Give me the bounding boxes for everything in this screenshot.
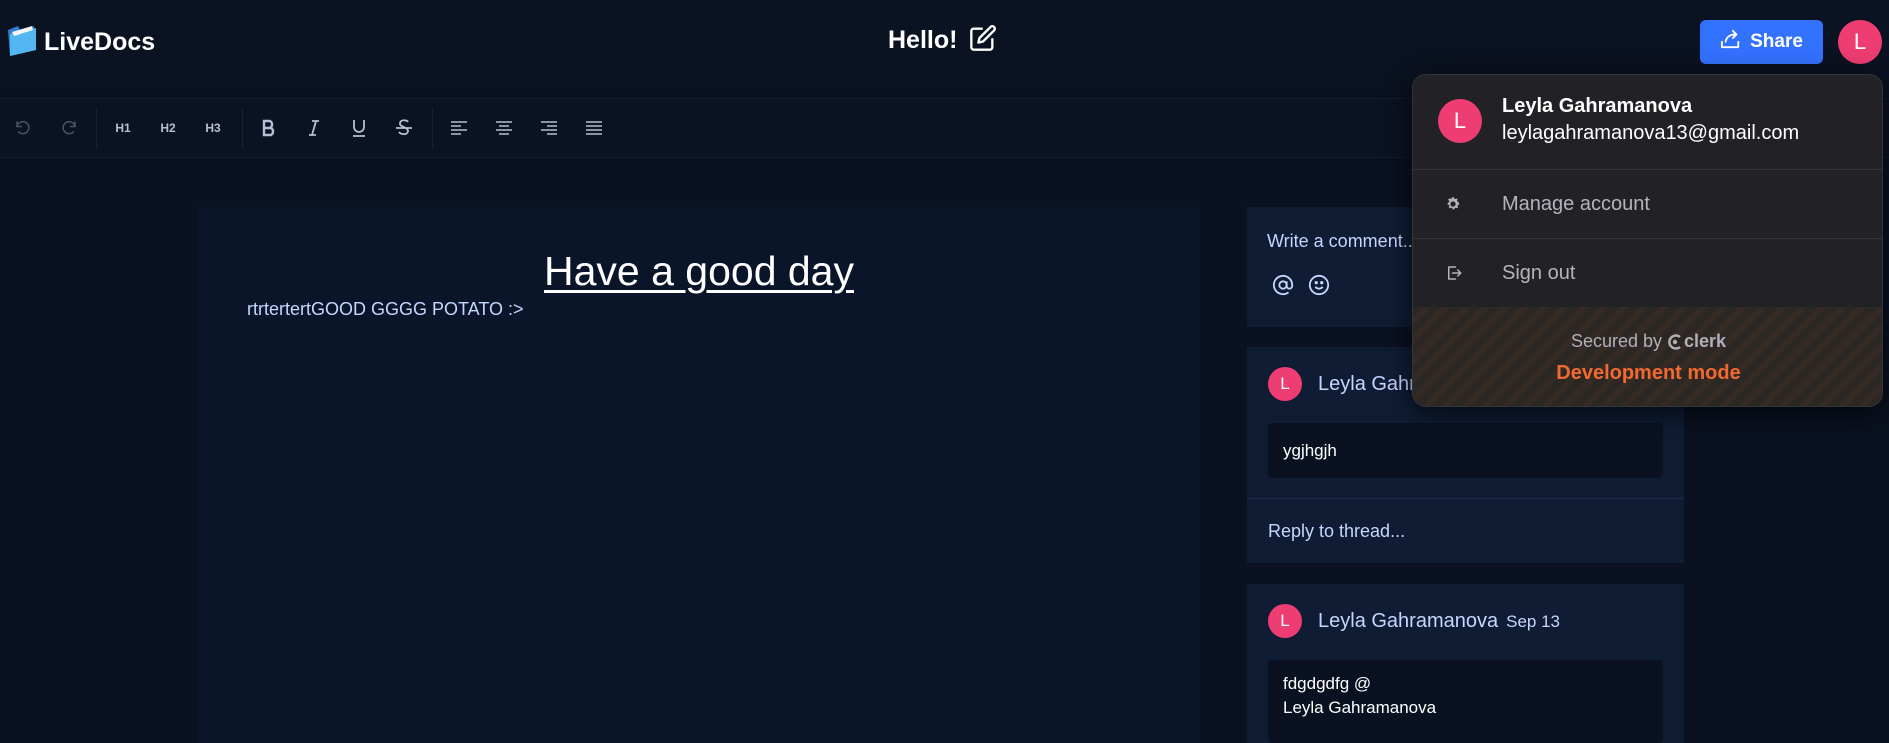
heading-3-button[interactable]: H3 (198, 99, 228, 157)
sign-out-button[interactable]: Sign out (1413, 239, 1882, 307)
toolbar-divider (242, 109, 243, 149)
header: LiveDocs Hello! Share L (0, 0, 1889, 84)
emoji-icon[interactable] (1308, 274, 1330, 301)
comment-author-avatar: L (1268, 367, 1302, 401)
folder-icon (6, 22, 38, 63)
clerk-brand: clerk (1684, 331, 1727, 351)
mention-icon[interactable] (1272, 274, 1294, 301)
secured-by-clerk: Secured by clerk (1413, 331, 1882, 352)
gear-icon (1445, 196, 1475, 212)
clerk-icon (1668, 333, 1681, 350)
app-logo[interactable]: LiveDocs (6, 22, 155, 63)
share-button[interactable]: Share (1700, 20, 1823, 64)
comment-author: Leyla Gahramanova Sep 13 (1318, 610, 1560, 633)
document-title-area: Hello! (888, 24, 997, 57)
align-left-icon[interactable] (444, 99, 474, 157)
comment-input[interactable]: Write a comment... (1267, 231, 1418, 252)
italic-icon[interactable] (299, 99, 329, 157)
clerk-logo[interactable]: clerk (1668, 331, 1726, 352)
editor-page[interactable]: Have a good day rtrtertertGOOD GGGG POTA… (198, 207, 1200, 743)
edit-icon[interactable] (969, 24, 997, 57)
manage-account-label: Manage account (1502, 192, 1650, 215)
comment-body: fdgdgdfg @ Leyla Gahramanova (1268, 660, 1663, 743)
undo-icon[interactable] (8, 99, 38, 157)
app-name: LiveDocs (44, 28, 156, 56)
user-menu-email: leylagahramanova13@gmail.com (1502, 122, 1800, 144)
user-avatar-button[interactable]: L (1838, 20, 1882, 64)
comment-thread: L Leyla Gahramanova Sep 13 fdgdgdfg @ Ley… (1247, 584, 1684, 743)
document-heading[interactable]: Have a good day (198, 248, 1200, 295)
heading-2-button[interactable]: H2 (153, 99, 183, 157)
sign-out-label: Sign out (1502, 261, 1576, 284)
secured-by-label: Secured by (1570, 331, 1662, 351)
development-mode-label: Development mode (1556, 362, 1741, 384)
bold-icon[interactable] (254, 99, 284, 157)
user-menu-name: Leyla Gahramanova (1502, 95, 1693, 117)
manage-account-button[interactable]: Manage account (1413, 170, 1882, 238)
align-justify-icon[interactable] (579, 99, 609, 157)
comment-author-name: Leyla Gahramanova (1318, 610, 1499, 632)
composer-actions (1272, 274, 1330, 301)
user-menu-popover: L Leyla Gahramanova leylagahramanova13@g… (1412, 74, 1883, 407)
toolbar-divider (96, 109, 97, 149)
share-button-label: Share (1750, 31, 1803, 52)
align-center-icon[interactable] (489, 99, 519, 157)
sign-out-icon (1445, 264, 1475, 282)
comment-body-line: fdgdgdfg @ (1283, 674, 1372, 693)
redo-icon[interactable] (54, 99, 84, 157)
strikethrough-icon[interactable] (389, 99, 419, 157)
heading-1-button[interactable]: H1 (108, 99, 138, 157)
align-right-icon[interactable] (534, 99, 564, 157)
comment-body: ygjhgjh (1268, 423, 1663, 478)
document-paragraph[interactable]: rtrtertertGOOD GGGG POTATO :> (247, 299, 524, 320)
share-icon (1720, 29, 1742, 55)
comment-date: Sep 13 (1506, 612, 1560, 631)
document-title[interactable]: Hello! (888, 26, 957, 55)
comment-mention[interactable]: Leyla Gahramanova (1283, 696, 1648, 720)
reply-input[interactable]: Reply to thread... (1268, 521, 1405, 542)
comment-author-avatar: L (1268, 604, 1302, 638)
thread-divider (1247, 498, 1684, 499)
toolbar-divider (432, 109, 433, 149)
underline-icon[interactable] (344, 99, 374, 157)
user-menu-avatar: L (1438, 99, 1482, 143)
clerk-footer: Secured by clerk Development mode (1413, 307, 1882, 406)
